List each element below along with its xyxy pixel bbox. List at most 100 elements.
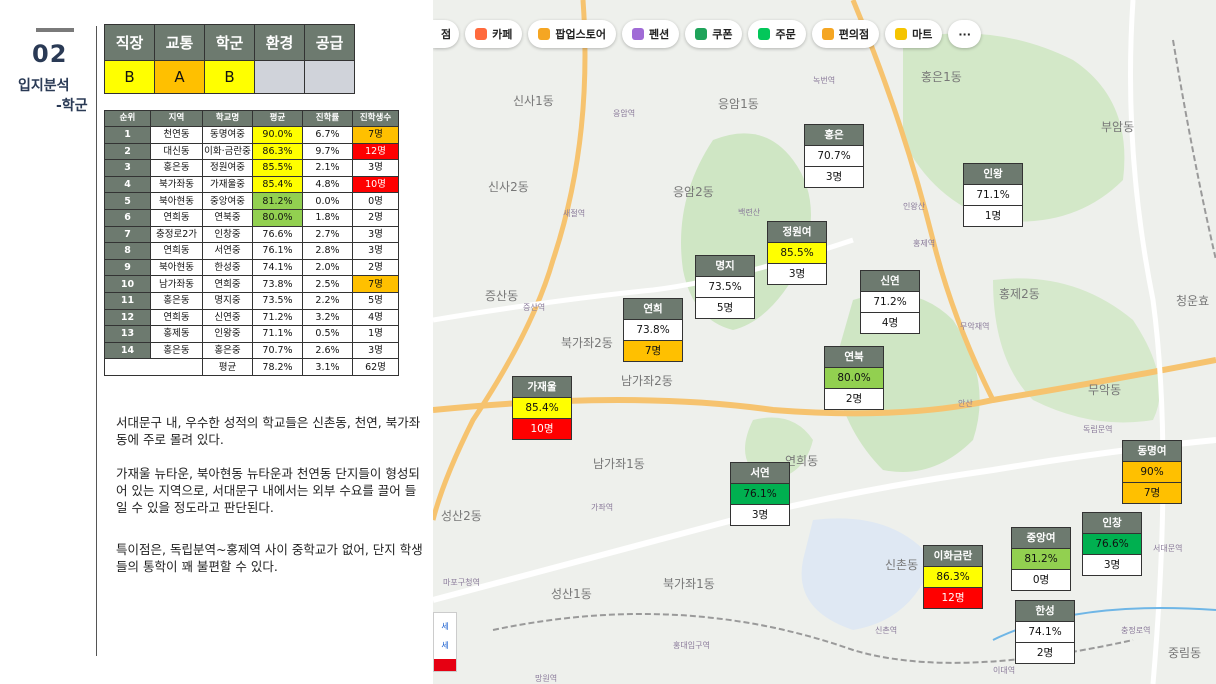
category-icon: [895, 28, 908, 40]
category-chip[interactable]: 점: [433, 20, 460, 48]
table-row: 3 홍은동 정원여중 85.5% 2.1% 3명: [104, 159, 399, 177]
table-cell: 76.1%: [252, 242, 303, 260]
school-card[interactable]: 한성 74.1% 2명: [1015, 600, 1075, 664]
school-card[interactable]: 이화금란 86.3% 12명: [923, 545, 983, 609]
category-chip[interactable]: 카페: [465, 20, 523, 48]
school-card[interactable]: 연북 80.0% 2명: [824, 346, 884, 410]
school-card-count: 5명: [716, 302, 734, 314]
table-cell: 홍은동: [150, 341, 203, 360]
category-toolbar: 점 카페 팝업스토어 펜션 쿠폰 주문 편의점 마트 ···: [433, 18, 981, 50]
category-chip[interactable]: 편의점: [811, 20, 880, 48]
category-chip-label: 주문: [775, 28, 796, 41]
school-card[interactable]: 정원여 85.5% 3명: [767, 221, 827, 285]
table-cell: 평균: [202, 358, 253, 376]
ranking-header: 평균: [252, 110, 303, 127]
table-cell: [104, 358, 203, 376]
district-label: 응암2동: [673, 185, 714, 199]
ranking-header: 순위: [104, 110, 151, 127]
table-row: 8 연희동 서연중 76.1% 2.8% 3명: [104, 242, 399, 260]
table-cell: 3명: [352, 159, 399, 177]
school-card[interactable]: 명지 73.5% 5명: [695, 255, 755, 319]
school-card-name: 중앙여: [1012, 528, 1070, 549]
district-label: 신사1동: [513, 94, 554, 108]
map-side-button-accent: [434, 659, 456, 671]
description-paragraph: 서대문구 내, 우수한 성적의 학교들은 신촌동, 천연, 북가좌동에 주로 몰…: [116, 415, 421, 447]
table-cell: 7: [104, 225, 151, 244]
place-label: 독립문역: [1083, 425, 1113, 434]
school-card[interactable]: 연희 73.8% 7명: [623, 298, 683, 362]
category-chip[interactable]: 주문: [748, 20, 806, 48]
rating-grade: [254, 60, 305, 94]
district-label: 중림동: [1168, 646, 1202, 660]
table-row: 13 홍제동 인왕중 71.1% 0.5% 1명: [104, 325, 399, 343]
table-cell: 13: [104, 325, 151, 343]
table-cell: 81.2%: [252, 192, 303, 210]
section-number: 02: [32, 40, 68, 68]
table-cell: 홍은중: [202, 341, 253, 360]
school-card[interactable]: 동명여 90% 7명: [1122, 440, 1182, 504]
school-card[interactable]: 중앙여 81.2% 0명: [1011, 527, 1071, 591]
school-card[interactable]: 가재울 85.4% 10명: [512, 376, 572, 440]
rating-header: 교통: [154, 24, 205, 61]
ranking-header: 학교명: [202, 110, 253, 127]
map-side-button-label: 세: [441, 622, 449, 631]
school-card-pct: 85.4%: [513, 398, 571, 419]
place-label: 망원역: [535, 674, 558, 683]
table-cell: 3명: [352, 341, 399, 360]
category-chip[interactable]: 쿠폰: [685, 20, 743, 48]
category-icon: [758, 28, 771, 40]
table-cell: 14: [104, 341, 151, 360]
table-cell: 4.8%: [302, 175, 353, 194]
school-card-pct: 70.7%: [805, 146, 863, 167]
table-cell: 연희중: [202, 275, 253, 293]
school-card-count: 3명: [751, 509, 769, 521]
rating-table: 직장 교통 학군 환경 공급 B A B: [104, 24, 355, 94]
category-chip[interactable]: 펜션: [621, 20, 680, 48]
school-card-pct: 71.2%: [861, 292, 919, 313]
table-row: 9 북아현동 한성중 74.1% 2.0% 2명: [104, 258, 399, 277]
category-chip-label: 팝업스토어: [555, 28, 606, 41]
table-cell: 신연중: [202, 308, 253, 327]
district-label: 북가좌1동: [663, 577, 715, 591]
district-label: 홍제2동: [999, 287, 1040, 301]
school-card-name: 이화금란: [924, 546, 982, 567]
school-card-name: 연희: [624, 299, 682, 320]
place-label: 홍제역: [913, 239, 936, 248]
school-card[interactable]: 신연 71.2% 4명: [860, 270, 920, 334]
school-card-name: 한성: [1016, 601, 1074, 622]
map-side-button-label: 세: [441, 641, 449, 650]
table-cell: 2.7%: [302, 225, 353, 244]
category-icon: [695, 28, 708, 40]
place-label: 인왕산: [903, 202, 926, 211]
table-row: 14 홍은동 홍은중 70.7% 2.6% 3명: [104, 341, 399, 360]
table-cell: 서연중: [202, 242, 253, 260]
table-cell: 76.6%: [252, 225, 303, 244]
map-view[interactable]: 점 카페 팝업스토어 펜션 쿠폰 주문 편의점 마트 ··· 신사1동 응암1동 홍은1동 부암동 신사…: [433, 0, 1216, 684]
table-cell: 2.0%: [302, 258, 353, 277]
school-card[interactable]: 인왕 71.1% 1명: [963, 163, 1023, 227]
school-card[interactable]: 홍은 70.7% 3명: [804, 124, 864, 188]
district-label: 남가좌2동: [621, 374, 673, 388]
ranking-header: 진학률: [302, 110, 353, 127]
rating-header: 학군: [204, 24, 255, 61]
school-card[interactable]: 인창 76.6% 3명: [1082, 512, 1142, 576]
rating-header: 공급: [304, 24, 355, 61]
school-card-name: 가재울: [513, 377, 571, 398]
category-chip[interactable]: ···: [948, 20, 981, 48]
category-chip[interactable]: 마트: [885, 20, 943, 48]
table-cell: 86.3%: [252, 142, 303, 161]
school-card-count: 3명: [825, 171, 843, 183]
place-label: 안산: [958, 399, 973, 408]
table-cell: 충정로2가: [150, 225, 203, 244]
school-card-pct: 76.6%: [1083, 534, 1141, 555]
school-card-count: 3명: [788, 268, 806, 280]
table-row: 2 대신동 이화·금란중 86.3% 9.7% 12명: [104, 142, 399, 161]
school-card-name: 인창: [1083, 513, 1141, 534]
district-label: 부암동: [1101, 120, 1135, 134]
district-label: 무악동: [1088, 383, 1122, 397]
category-chip[interactable]: 팝업스토어: [528, 20, 616, 48]
table-row: 7 충정로2가 인창중 76.6% 2.7% 3명: [104, 225, 399, 244]
school-card[interactable]: 서연 76.1% 3명: [730, 462, 790, 526]
place-label: 백련산: [738, 208, 761, 217]
map-side-button[interactable]: 세 세: [433, 612, 457, 672]
